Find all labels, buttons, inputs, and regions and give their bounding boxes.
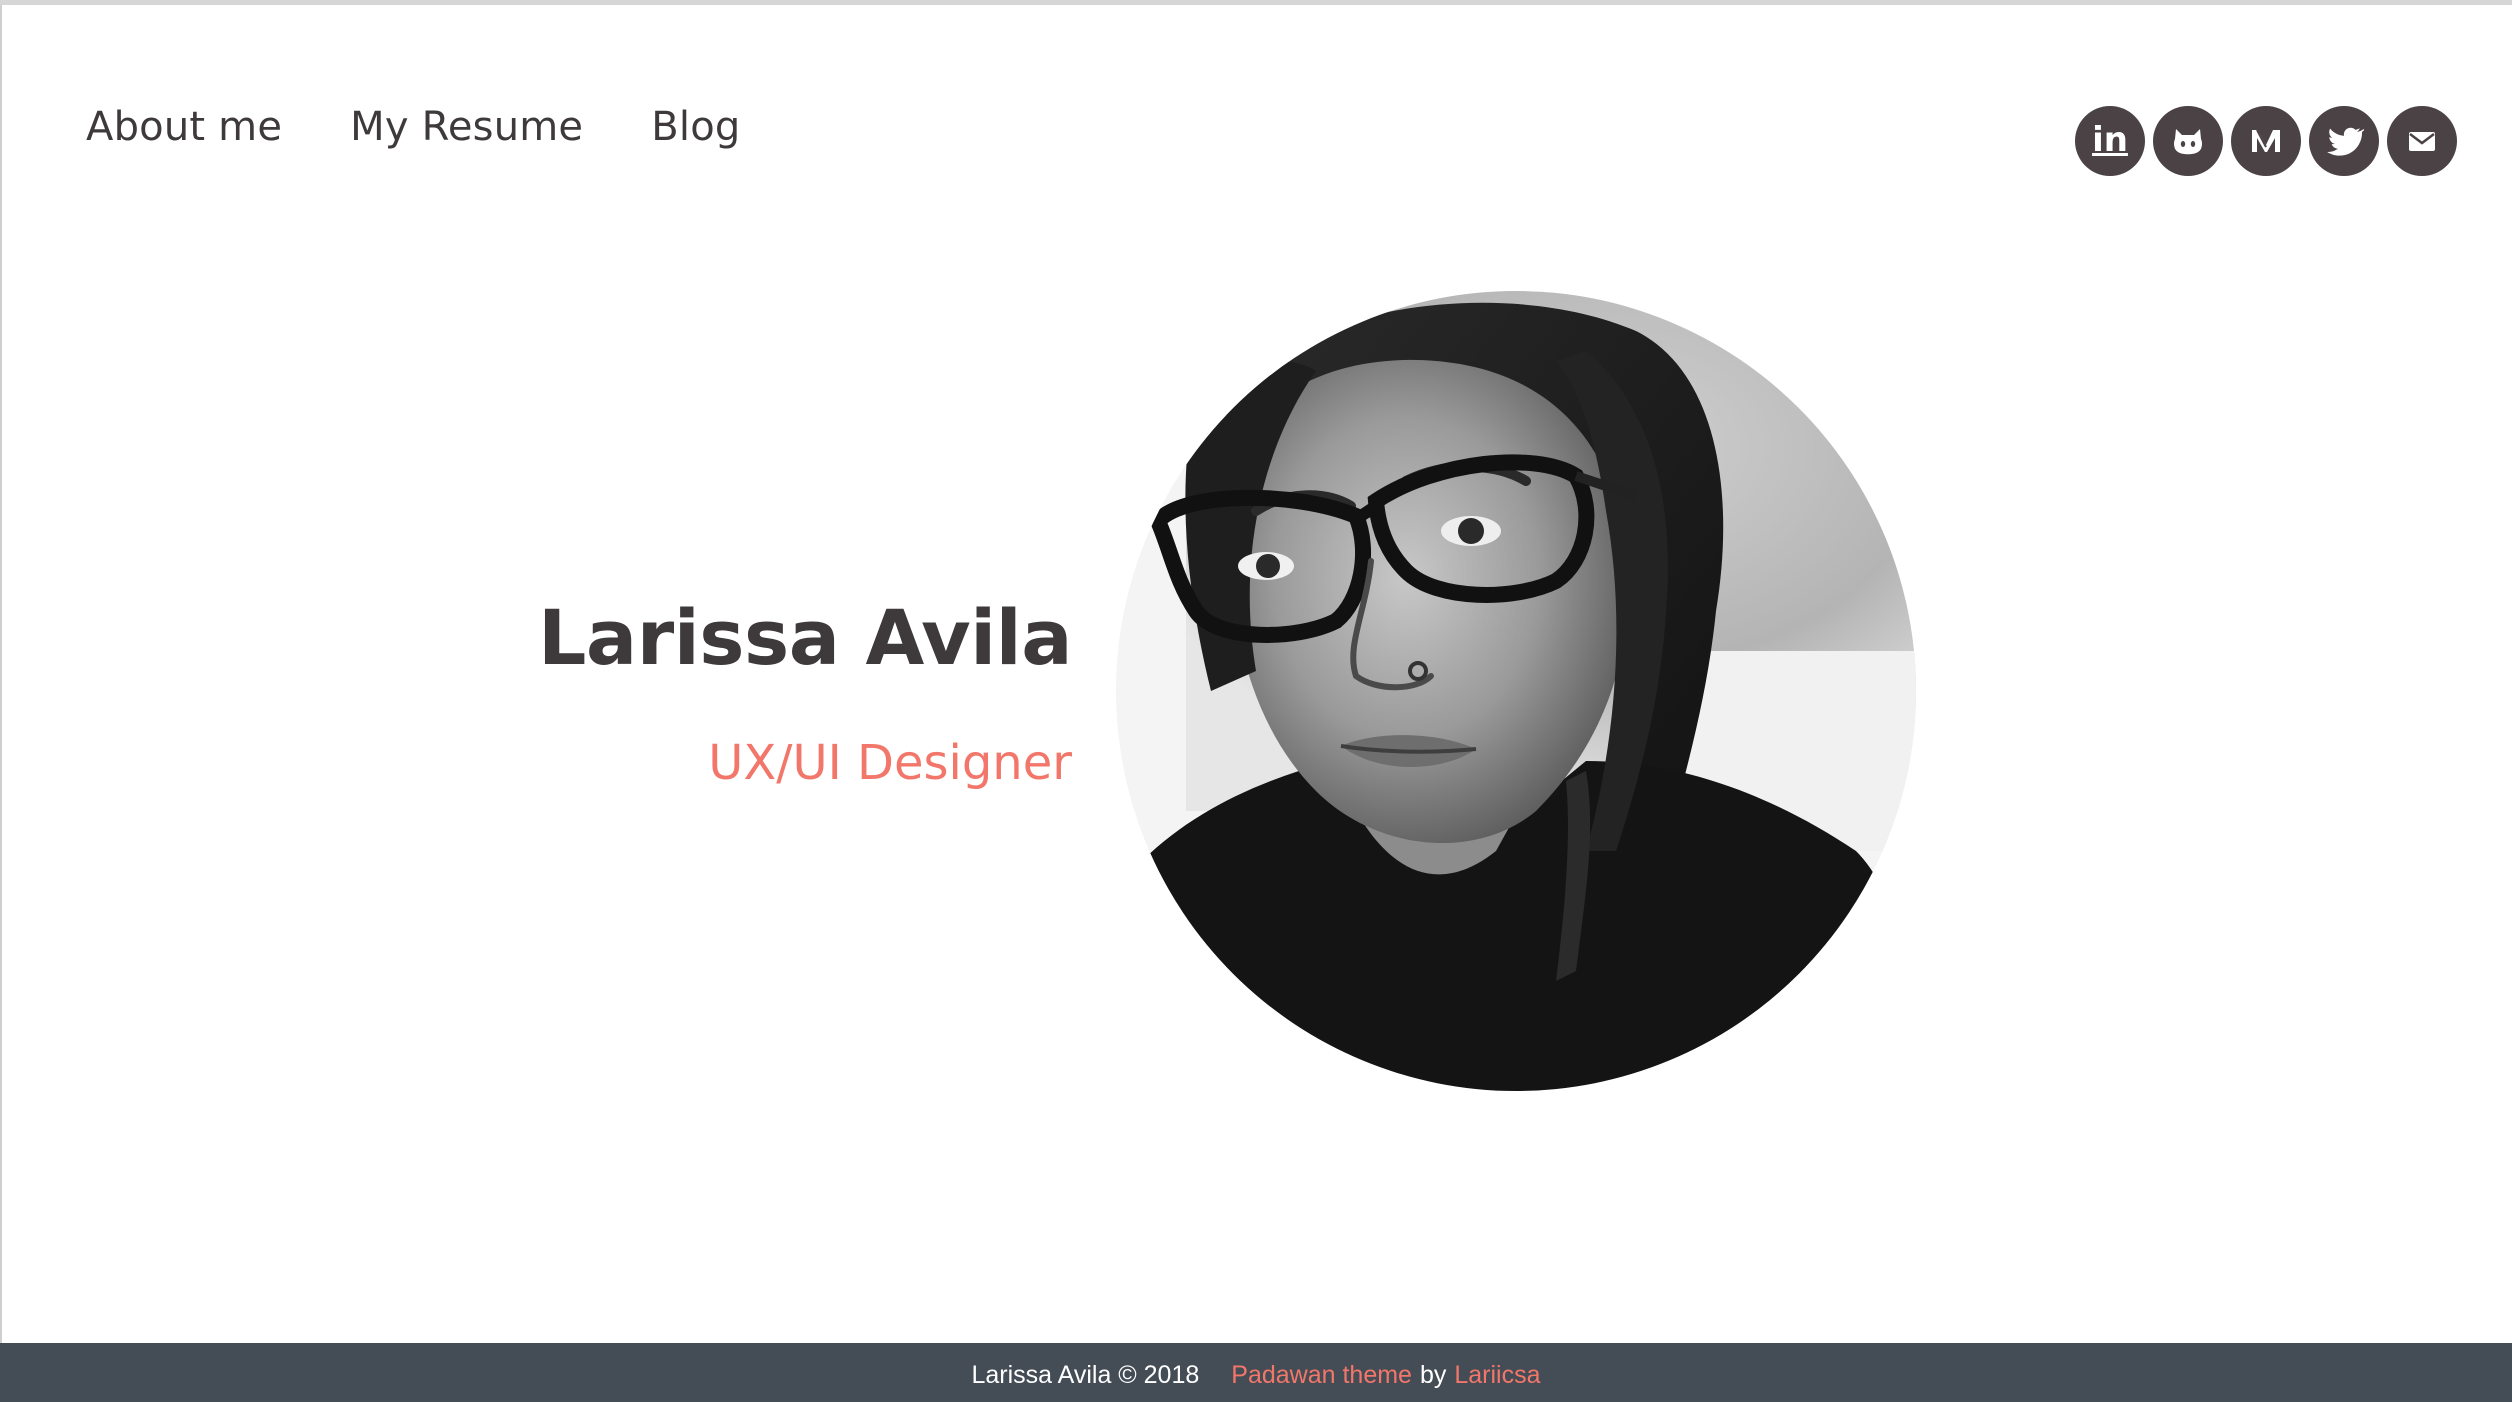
medium-m-glyph xyxy=(2252,129,2280,152)
nav-my-resume[interactable]: My Resume xyxy=(350,101,583,153)
social-links: in xyxy=(2075,106,2457,176)
nav-blog[interactable]: Blog xyxy=(651,101,740,153)
github-icon[interactable] xyxy=(2153,106,2223,176)
twitter-icon[interactable] xyxy=(2309,106,2379,176)
page: About me My Resume Blog in Larissa Avila… xyxy=(0,0,2512,1402)
twitter-bird-glyph xyxy=(2327,127,2364,156)
footer: Larissa Avila © 2018 Padawan theme by La… xyxy=(0,1343,2512,1402)
main-nav: About me My Resume Blog xyxy=(86,101,740,153)
nav-about-me[interactable]: About me xyxy=(86,101,282,153)
profile-photo xyxy=(1116,291,1916,1091)
footer-by: by xyxy=(1419,1360,1447,1389)
email-icon[interactable] xyxy=(2387,106,2457,176)
github-octocat-glyph xyxy=(2174,129,2202,155)
linkedin-glyph: in xyxy=(2092,120,2128,160)
linkedin-icon[interactable]: in xyxy=(2075,106,2145,176)
hero-name: Larissa Avila xyxy=(538,593,1073,682)
envelope-glyph xyxy=(2409,132,2435,151)
footer-theme-link[interactable]: Padawan theme xyxy=(1231,1361,1412,1390)
hero-role: UX/UI Designer xyxy=(708,735,1072,791)
window-edge xyxy=(0,5,2,1345)
footer-author-link[interactable]: Lariicsa xyxy=(1454,1361,1540,1390)
footer-copyright: Larissa Avila © 2018 xyxy=(971,1360,1200,1389)
medium-icon[interactable] xyxy=(2231,106,2301,176)
